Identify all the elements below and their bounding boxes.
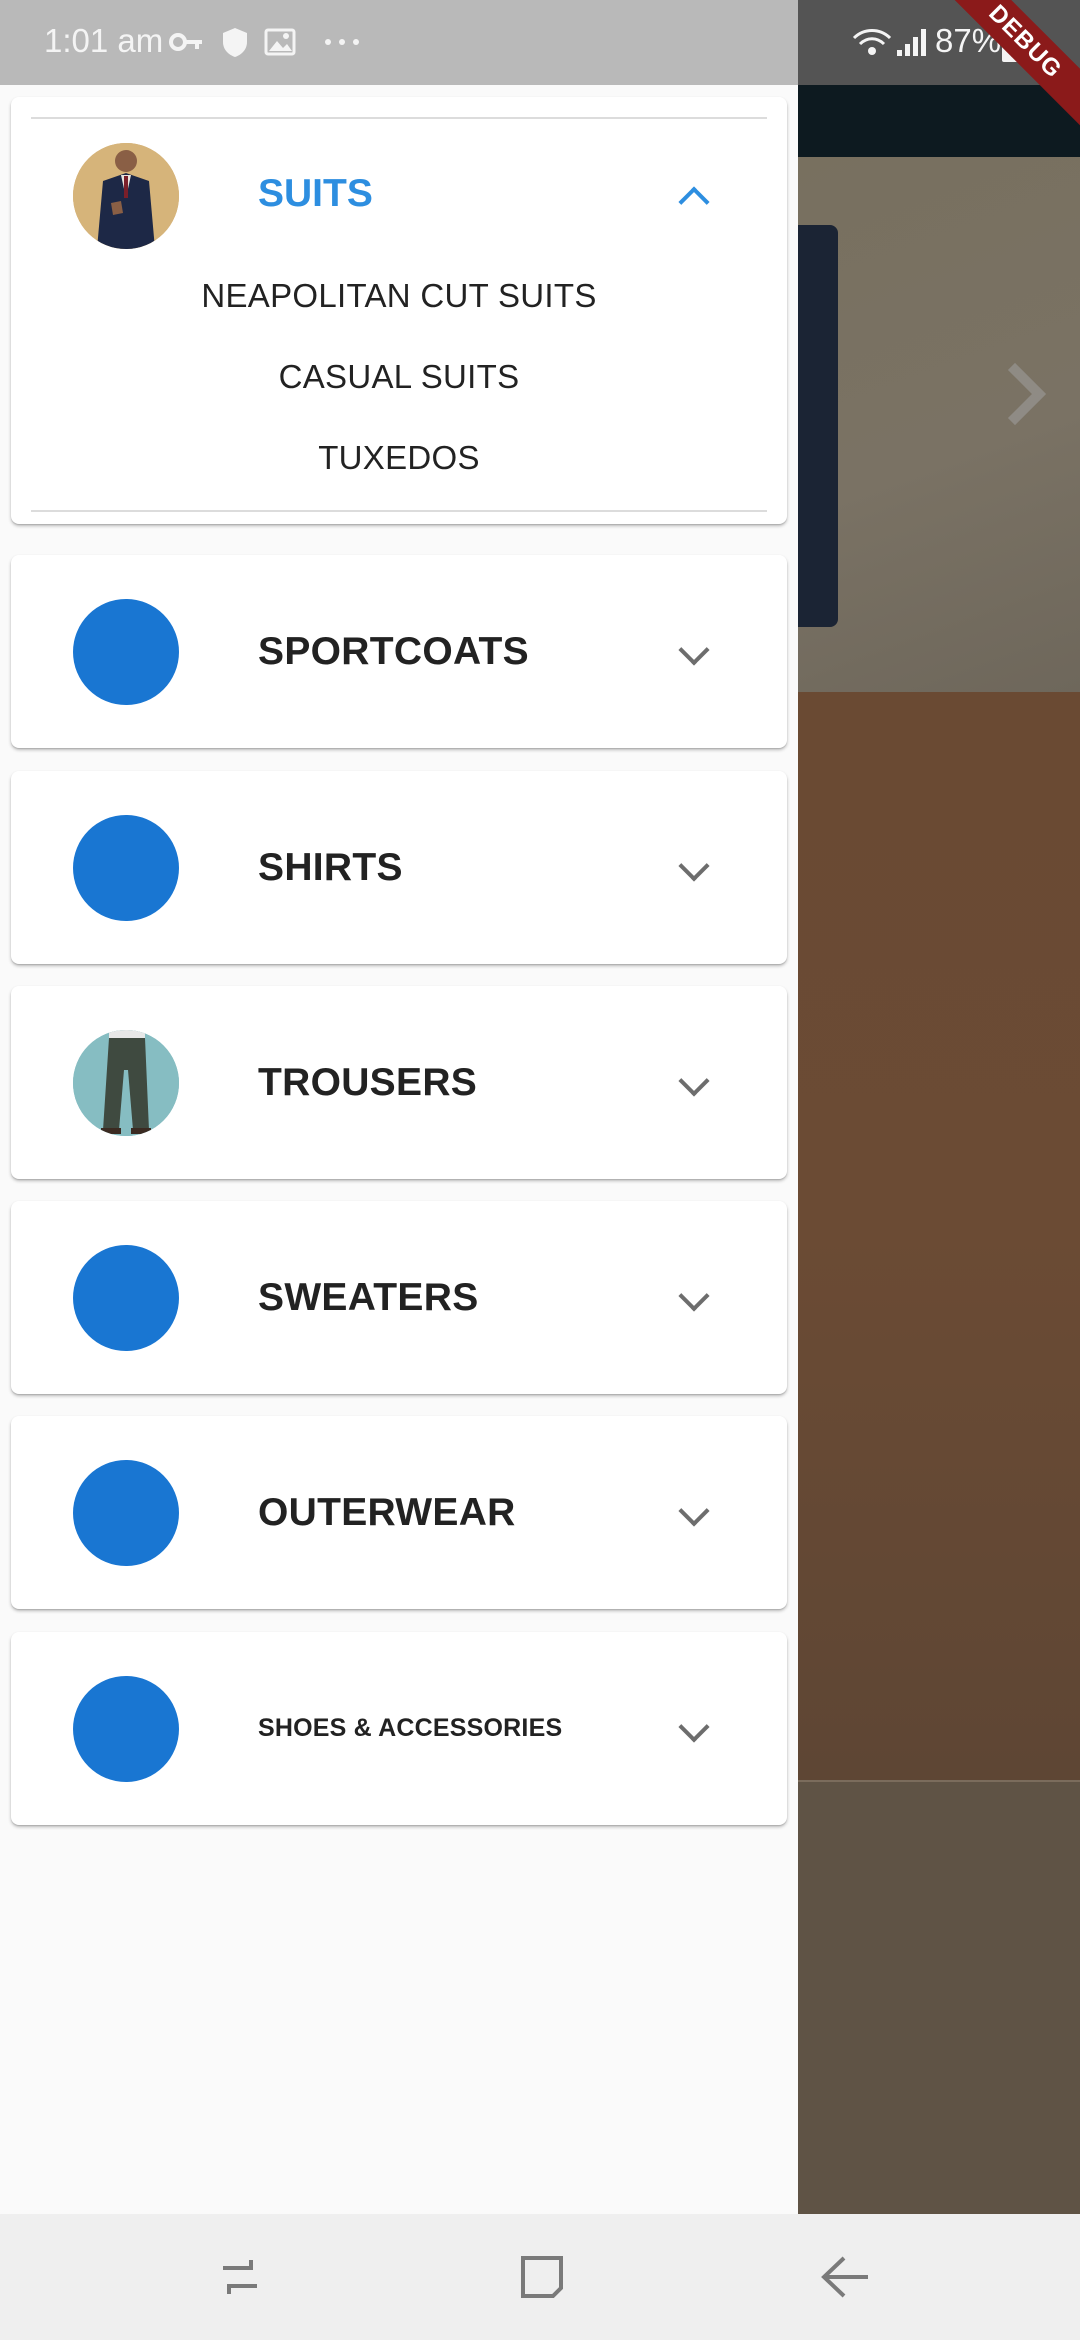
chevron-down-icon[interactable] <box>678 1280 710 1312</box>
category-label-shirts: SHIRTS <box>258 846 403 889</box>
chevron-right-icon[interactable] <box>983 362 1047 426</box>
category-card-trousers[interactable]: TROUSERS <box>11 986 787 1179</box>
chevron-down-icon[interactable] <box>678 850 710 882</box>
suit-garment-image <box>798 225 838 627</box>
chevron-up-icon[interactable] <box>678 186 710 218</box>
background-product-image <box>798 157 1080 692</box>
chevron-down-icon[interactable] <box>678 1065 710 1097</box>
category-card-sportcoats[interactable]: SPORTCOATS <box>11 555 787 748</box>
home-icon[interactable] <box>507 2244 577 2310</box>
chevron-down-icon[interactable] <box>678 1711 710 1743</box>
wifi-icon <box>852 24 892 69</box>
trousers-image <box>73 1030 179 1136</box>
back-icon[interactable] <box>810 2244 880 2310</box>
category-card-shirts[interactable]: SHIRTS <box>11 771 787 964</box>
chevron-down-icon[interactable] <box>678 634 710 666</box>
status-time: 1:01 am <box>44 22 164 59</box>
signal-icon <box>895 24 931 69</box>
category-card-shoes-accessories[interactable]: SHOES & ACCESSORIES <box>11 1632 787 1825</box>
more-dots-icon <box>322 24 362 69</box>
category-header-suits[interactable]: SUITS <box>11 119 787 269</box>
trousers-avatar <box>73 1030 179 1136</box>
divider <box>31 510 767 512</box>
background-section <box>798 1780 1080 2214</box>
background-banner-image <box>798 692 1080 1780</box>
subcategory-neapolitan-cut-suits[interactable]: NEAPOLITAN CUT SUITS <box>11 277 787 315</box>
subcategory-tuxedos[interactable]: TUXEDOS <box>11 439 787 477</box>
sportcoats-avatar <box>73 599 179 705</box>
category-card-outerwear[interactable]: OUTERWEAR <box>11 1416 787 1609</box>
background-app-bar <box>798 85 1080 157</box>
recent-apps-icon[interactable] <box>205 2244 275 2310</box>
category-label-shoes-accessories: SHOES & ACCESSORIES <box>258 1714 563 1742</box>
category-label-suits: SUITS <box>258 172 373 215</box>
category-label-sweaters: SWEATERS <box>258 1276 479 1319</box>
category-card-sweaters[interactable]: SWEATERS <box>11 1201 787 1394</box>
subcategory-casual-suits[interactable]: CASUAL SUITS <box>11 358 787 396</box>
chevron-down-icon[interactable] <box>678 1495 710 1527</box>
sweaters-avatar <box>73 1245 179 1351</box>
suits-avatar <box>73 143 179 249</box>
category-label-trousers: TROUSERS <box>258 1061 478 1104</box>
image-icon <box>264 24 296 69</box>
suit-person-image <box>73 143 179 249</box>
shoes-accessories-avatar <box>73 1676 179 1782</box>
category-card-suits: SUITS NEAPOLITAN CUT SUITS CASUAL SUITS … <box>11 97 787 524</box>
category-label-sportcoats: SPORTCOATS <box>258 630 529 673</box>
key-icon <box>168 24 204 69</box>
status-bar: 1:01 am 87% DEBUG <box>0 0 1080 138</box>
system-navigation-bar <box>0 2214 1080 2340</box>
outerwear-avatar <box>73 1460 179 1566</box>
shirts-avatar <box>73 815 179 921</box>
shield-icon <box>220 24 250 69</box>
navigation-drawer: SUITS NEAPOLITAN CUT SUITS CASUAL SUITS … <box>0 85 798 2214</box>
category-label-outerwear: OUTERWEAR <box>258 1491 516 1534</box>
